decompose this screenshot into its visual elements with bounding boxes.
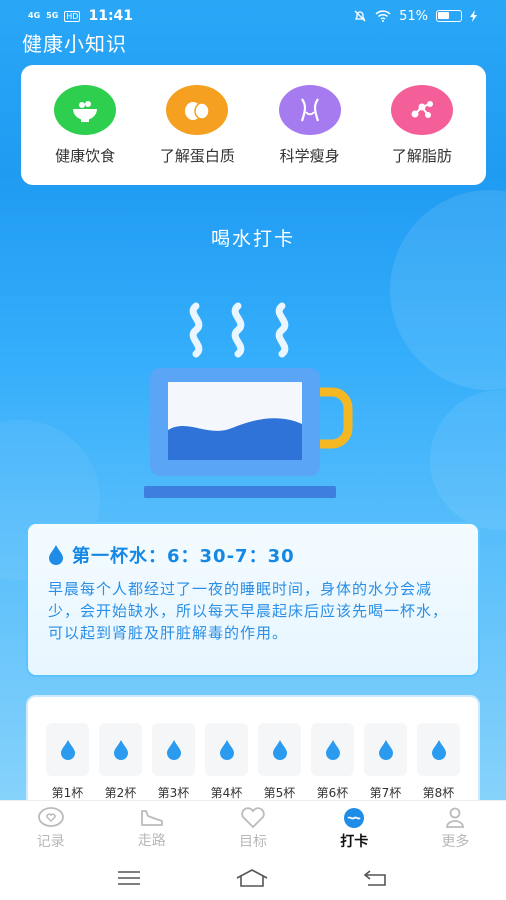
cup-label: 第1杯 (51, 786, 84, 800)
body-icon (278, 84, 341, 135)
section-title: 喝水打卡 (210, 228, 295, 250)
hd-badge: HD (64, 10, 81, 22)
egg-icon (166, 84, 229, 135)
water-drop-icon (166, 739, 181, 760)
cup-checkin-7[interactable]: 第7杯 (364, 723, 407, 801)
cup-box (46, 723, 89, 776)
category-label: 健康饮食 (55, 146, 116, 165)
category-label: 了解蛋白质 (159, 146, 235, 165)
tab-label: 目标 (239, 833, 267, 850)
cups-row: 第1杯 第2杯 第3杯 第4杯 第5杯 第6杯 第7杯 第8杯 (46, 723, 460, 801)
bottom-tab-bar: 记录 走路 目标 打卡 更多 (0, 800, 506, 856)
back-icon[interactable] (362, 869, 390, 887)
water-cup-illustration (144, 302, 353, 498)
app-title: 健康小知识 (22, 32, 127, 56)
cup-label: 第6杯 (316, 786, 349, 800)
water-drop-icon (49, 545, 63, 565)
drink-tip-card: 第一杯水：6：30-7：30 早晨每个人都经过了一夜的睡眠时间，身体的水分会减少… (26, 522, 480, 677)
person-icon (446, 807, 465, 828)
heart-chat-icon (37, 806, 64, 827)
charging-icon (470, 10, 477, 22)
battery-icon (436, 10, 462, 22)
tab-record[interactable]: 记录 (0, 801, 101, 856)
cup-checkin-2[interactable]: 第2杯 (99, 723, 142, 801)
tab-walk[interactable]: 走路 (101, 801, 202, 856)
water-drop-icon (113, 739, 128, 760)
mute-icon (354, 10, 366, 22)
cup-label: 第2杯 (104, 786, 137, 800)
clock: 11:41 (88, 8, 134, 24)
cup-label: 第3杯 (157, 786, 190, 800)
menu-icon[interactable] (116, 869, 142, 887)
tab-more[interactable]: 更多 (405, 801, 506, 856)
cup-checkin-5[interactable]: 第5杯 (258, 723, 301, 801)
cup-label: 第7杯 (369, 786, 402, 800)
cup-box (417, 723, 460, 776)
decor-circle (430, 390, 506, 530)
water-drop-icon (344, 807, 365, 828)
bowl-icon (54, 84, 117, 135)
cup-checkin-3[interactable]: 第3杯 (152, 723, 195, 801)
cup-box (99, 723, 142, 776)
tab-label: 走路 (137, 832, 166, 849)
battery-percent: 51% (399, 8, 428, 24)
cup-checkin-6[interactable]: 第6杯 (311, 723, 354, 801)
signal-5g: 5G (46, 11, 59, 20)
tab-goal[interactable]: 目标 (202, 801, 303, 856)
tip-header: 第一杯水：6：30-7：30 (48, 542, 458, 568)
water-drop-icon (325, 739, 340, 760)
category-label: 科学瘦身 (279, 146, 340, 165)
category-healthy-diet[interactable]: 健康饮食 (33, 84, 137, 166)
cup-label: 第5杯 (263, 786, 296, 800)
decor-circle (390, 190, 506, 390)
cup-checkin-1[interactable]: 第1杯 (46, 723, 89, 801)
system-nav-bar (0, 856, 506, 900)
cup-checkin-4[interactable]: 第4杯 (205, 723, 248, 801)
cup-box (258, 723, 301, 776)
tab-label: 记录 (36, 833, 65, 850)
water-drop-icon (431, 739, 446, 760)
cup-box (311, 723, 354, 776)
molecule-icon (390, 84, 453, 135)
category-label: 了解脂肪 (391, 146, 452, 165)
cup-box (152, 723, 195, 776)
cup-label: 第8杯 (422, 786, 455, 800)
wifi-icon (375, 10, 391, 22)
cup-label: 第4杯 (210, 786, 243, 800)
category-fat[interactable]: 了解脂肪 (370, 84, 474, 166)
cup-box (205, 723, 248, 776)
shoe-icon (140, 809, 163, 826)
tab-label: 打卡 (340, 833, 369, 850)
water-drop-icon (272, 739, 287, 760)
water-drop-icon (219, 739, 234, 760)
signal-4g: 4G (28, 11, 41, 20)
category-protein[interactable]: 了解蛋白质 (145, 84, 249, 166)
tip-body: 早晨每个人都经过了一夜的睡眠时间，身体的水分会减少，会开始缺水，所以每天早晨起床… (48, 580, 449, 642)
water-drop-icon (60, 739, 75, 760)
tab-checkin[interactable]: 打卡 (304, 801, 405, 856)
cup-box (364, 723, 407, 776)
category-slimming[interactable]: 科学瘦身 (258, 84, 362, 166)
cup-checkin-8[interactable]: 第8杯 (417, 723, 460, 801)
water-drop-icon (378, 739, 393, 760)
category-card: 健康饮食 了解蛋白质 科学瘦身 了解脂肪 (21, 65, 486, 185)
home-icon[interactable] (235, 868, 269, 888)
tab-label: 更多 (441, 833, 470, 850)
heart-icon (241, 806, 265, 828)
tip-title: 第一杯水：6：30-7：30 (72, 546, 295, 567)
